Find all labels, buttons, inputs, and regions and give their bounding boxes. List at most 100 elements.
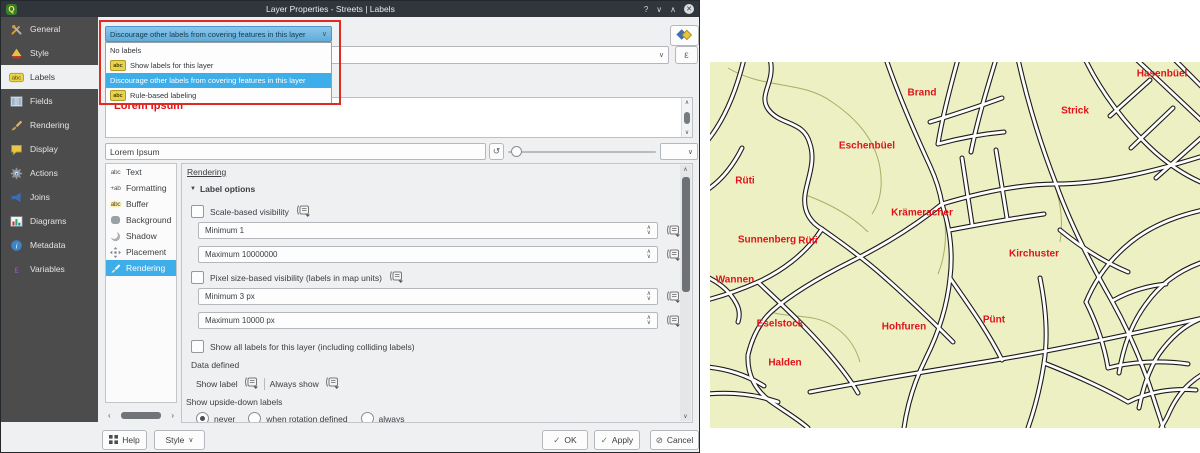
panel-scrollbar[interactable]: ∧ ∨ (680, 165, 691, 421)
data-defined-icon[interactable] (243, 376, 259, 391)
close-icon[interactable]: ✕ (684, 4, 694, 14)
spin-arrows-icon[interactable]: ∧∨ (647, 250, 651, 259)
sample-text-input[interactable] (105, 143, 486, 160)
automated-placement-settings-button[interactable] (670, 25, 699, 46)
sidebar-item-actions[interactable]: Actions (1, 161, 98, 185)
titlebar[interactable]: Q Layer Properties - Streets | Labels ? … (1, 1, 699, 17)
map-label: Rüti (798, 236, 817, 247)
variables-icon: ε (8, 262, 24, 276)
labels-icon: abc (8, 70, 24, 84)
dropdown-option-discourage[interactable]: Discourage other labels from covering fe… (106, 73, 331, 88)
scroll-right-icon[interactable]: › (171, 411, 174, 420)
diagrams-icon (8, 214, 24, 228)
map-label: Krämeracher (891, 208, 953, 219)
shade-icon[interactable]: ∨ (656, 5, 662, 14)
data-defined-icon[interactable] (295, 204, 311, 219)
unshade-icon[interactable]: ∧ (670, 5, 676, 14)
data-defined-icon[interactable] (324, 376, 340, 391)
sidebar-item-diagrams[interactable]: Diagrams (1, 209, 98, 233)
scrollbar-thumb[interactable] (682, 177, 690, 292)
expression-builder-button[interactable]: ε (675, 46, 698, 64)
style-icon (8, 46, 24, 60)
scroll-down-icon[interactable]: ∨ (685, 129, 689, 136)
map-canvas[interactable]: HasenbüelBrandStrickEschenbüelRütiKrämer… (710, 62, 1200, 428)
sidebar-item-labels[interactable]: abc Labels (1, 65, 98, 89)
spin-arrows-icon[interactable]: ∧∨ (647, 316, 651, 325)
tab-placement[interactable]: Placement (106, 244, 176, 260)
separator (264, 378, 265, 390)
map-label: Wannen (716, 275, 755, 286)
pixel-visibility-checkbox[interactable] (191, 271, 204, 284)
qgis-logo-icon: Q (6, 4, 17, 15)
reset-sample-button[interactable]: ↺ (489, 143, 504, 160)
dropdown-option-show-labels[interactable]: abc Show labels for this layer (106, 58, 331, 73)
radio-never[interactable] (196, 412, 209, 423)
tab-rendering[interactable]: Rendering (106, 260, 176, 276)
sidebar-item-metadata[interactable]: i Metadata (1, 233, 98, 257)
shadow-icon (109, 231, 122, 242)
sidebar-item-general[interactable]: General (1, 17, 98, 41)
layer-properties-dialog: Q Layer Properties - Streets | Labels ? … (0, 0, 700, 453)
titlebar-help-icon[interactable]: ? (644, 5, 648, 14)
sidebar-item-display[interactable]: Display (1, 137, 98, 161)
map-label: Hohfuren (882, 322, 926, 333)
pixel-min-spinbox[interactable]: Minimum 3 px ∧∨ (198, 288, 658, 305)
pixel-visibility-row: Pixel size-based visibility (labels in m… (191, 270, 404, 285)
font-size-combobox[interactable]: ∨ (660, 143, 698, 160)
tab-background[interactable]: Background (106, 212, 176, 228)
tab-shadow[interactable]: Shadow (106, 228, 176, 244)
spin-arrows-icon[interactable]: ∧∨ (647, 292, 651, 301)
map-label: Eschenbüel (839, 141, 895, 152)
scale-visibility-checkbox[interactable] (191, 205, 204, 218)
check-icon: ✓ (601, 435, 608, 446)
tab-formatting[interactable]: +ab Formatting (106, 180, 176, 196)
preview-scrollbar[interactable]: ∧ ∨ (681, 98, 692, 137)
help-button[interactable]: Help (102, 430, 147, 450)
scroll-up-icon[interactable]: ∧ (683, 166, 687, 173)
scroll-up-icon[interactable]: ∧ (685, 99, 689, 106)
sidebar-item-style[interactable]: Style (1, 41, 98, 65)
map-label: Pünt (983, 315, 1005, 326)
radio-when-rotation-defined[interactable] (248, 412, 261, 423)
spin-arrows-icon[interactable]: ∧∨ (647, 226, 651, 235)
dropdown-option-rule-based[interactable]: abc Rule-based labeling (106, 88, 331, 103)
sidebar-item-rendering[interactable]: Rendering (1, 113, 98, 137)
scale-max-spinbox[interactable]: Maximum 10000000 ∧∨ (198, 246, 658, 263)
font-size-slider[interactable] (508, 143, 656, 160)
labeling-mode-combobox[interactable]: Discourage other labels from covering fe… (105, 26, 332, 42)
actions-gear-icon (8, 166, 24, 180)
slider-handle[interactable] (511, 146, 522, 157)
cancel-button[interactable]: ⊘ Cancel (650, 430, 699, 450)
rendering-icon (8, 118, 24, 132)
tab-text[interactable]: abc Text (106, 164, 176, 180)
label-options-group-header[interactable]: ▼ Label options (190, 184, 255, 194)
sidebar-item-variables[interactable]: ε Variables (1, 257, 98, 281)
ok-button[interactable]: ✓ OK (542, 430, 588, 450)
scroll-down-icon[interactable]: ∨ (683, 413, 687, 420)
upside-down-label: Show upside-down labels (186, 397, 282, 407)
sidebar: General Style abc Labels Fields Renderin… (1, 17, 98, 422)
scale-visibility-row: Scale-based visibility (191, 204, 311, 219)
tab-buffer[interactable]: abc Buffer (106, 196, 176, 212)
style-button[interactable]: Style ∨ (154, 430, 205, 450)
help-grid-icon (109, 435, 118, 446)
placement-settings-icon (676, 27, 693, 44)
window-title: Layer Properties - Streets | Labels (17, 4, 644, 14)
sidebar-item-joins[interactable]: Joins (1, 185, 98, 209)
data-defined-icon[interactable] (388, 270, 404, 285)
tab-list-horizontal-scrollbar[interactable]: ‹ › (105, 409, 177, 422)
apply-button[interactable]: ✓ Apply (594, 430, 640, 450)
general-icon (8, 22, 24, 36)
radio-always[interactable] (361, 412, 374, 423)
pixel-max-spinbox[interactable]: Maximum 10000 px ∧∨ (198, 312, 658, 329)
show-all-labels-row: Show all labels for this layer (includin… (191, 340, 415, 353)
scrollbar-thumb[interactable] (121, 412, 161, 419)
scrollbar-thumb[interactable] (684, 112, 690, 124)
map-label: Sunnenberg (738, 235, 796, 246)
scroll-left-icon[interactable]: ‹ (108, 411, 111, 420)
svg-text:abc: abc (11, 75, 20, 81)
show-all-labels-checkbox[interactable] (191, 340, 204, 353)
dropdown-option-no-labels[interactable]: No labels (106, 43, 331, 58)
sidebar-item-fields[interactable]: Fields (1, 89, 98, 113)
scale-min-spinbox[interactable]: Minimum 1 ∧∨ (198, 222, 658, 239)
